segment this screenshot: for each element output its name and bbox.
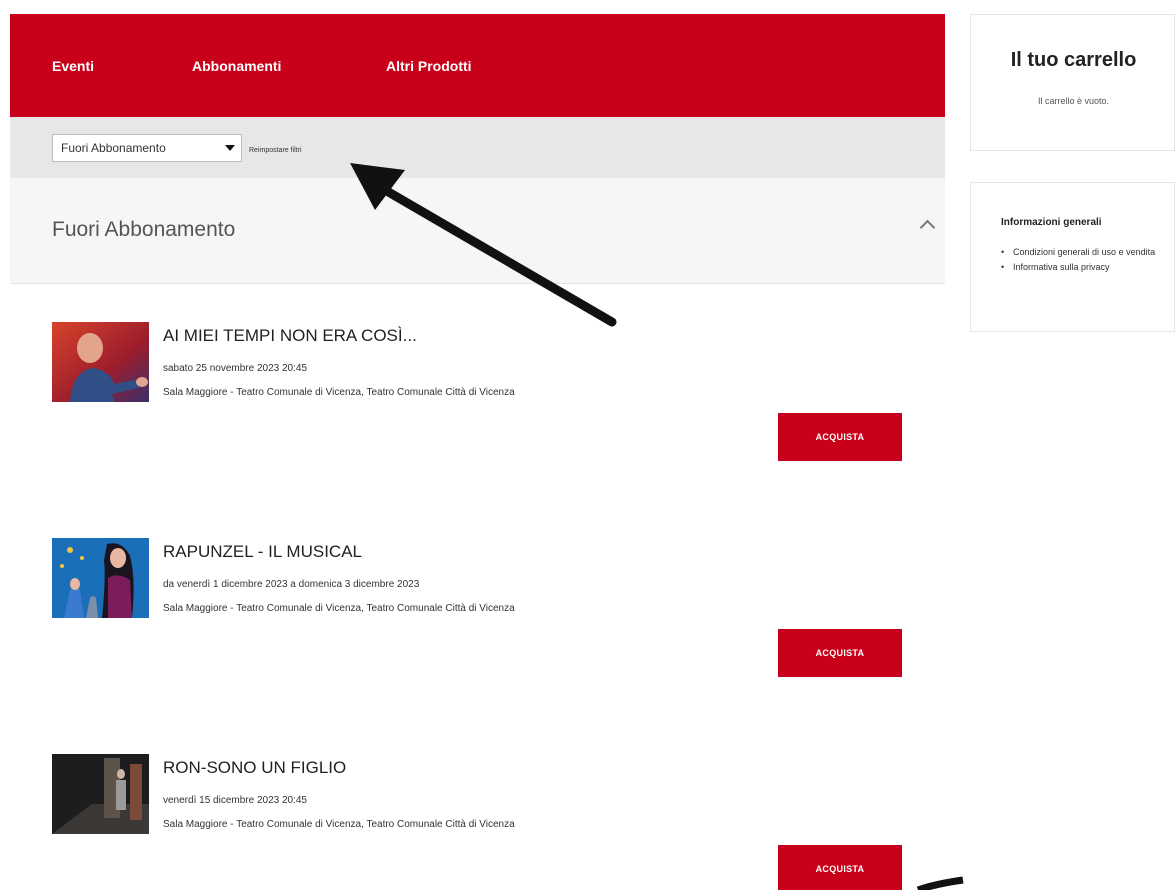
filter-bar: Fuori Abbonamento Reimpostare filtri — [10, 117, 945, 178]
event-date: venerdì 15 dicembre 2023 20:45 — [163, 795, 307, 806]
event-image[interactable] — [52, 538, 149, 618]
terms-link[interactable]: Condizioni generali di uso e vendita — [999, 246, 1169, 259]
event-item: AI MIEI TEMPI NON ERA COSÌ... sabato 25 … — [10, 284, 945, 501]
section-header[interactable]: Fuori Abbonamento — [10, 178, 945, 284]
event-date: sabato 25 novembre 2023 20:45 — [163, 363, 307, 374]
event-item: RAPUNZEL - IL MUSICAL da venerdì 1 dicem… — [10, 500, 945, 717]
info-widget: Informazioni generali Condizioni general… — [970, 182, 1175, 332]
info-links: Condizioni generali di uso e vendita Inf… — [999, 246, 1169, 276]
event-title[interactable]: RON-SONO UN FIGLIO — [163, 758, 346, 778]
main-content: Eventi Abbonamenti Altri Prodotti Fuori … — [10, 14, 945, 890]
event-image-comedian — [52, 322, 149, 402]
tab-bar: Eventi Abbonamenti Altri Prodotti — [10, 14, 945, 117]
caret-down-icon — [225, 145, 235, 151]
event-venue: Sala Maggiore - Teatro Comunale di Vicen… — [163, 819, 515, 830]
event-item: RON-SONO UN FIGLIO venerdì 15 dicembre 2… — [10, 716, 945, 890]
event-date: da venerdì 1 dicembre 2023 a domenica 3 … — [163, 579, 420, 590]
cart-widget: Il tuo carrello Il carrello è vuoto. — [970, 14, 1175, 151]
tab-altri-prodotti[interactable]: Altri Prodotti — [386, 58, 472, 74]
buy-button[interactable]: ACQUISTA — [778, 845, 902, 890]
event-image[interactable] — [52, 322, 149, 402]
event-image-rapunzel — [52, 538, 149, 618]
privacy-link[interactable]: Informativa sulla privacy — [999, 261, 1169, 274]
event-image-ron — [52, 754, 149, 834]
category-select-value: Fuori Abbonamento — [61, 141, 166, 155]
buy-button[interactable]: ACQUISTA — [778, 629, 902, 677]
cart-empty-text: Il carrello è vuoto. — [1037, 96, 1110, 106]
category-select[interactable]: Fuori Abbonamento — [52, 134, 242, 162]
section-title: Fuori Abbonamento — [52, 218, 236, 241]
event-title[interactable]: RAPUNZEL - IL MUSICAL — [163, 542, 362, 562]
event-title[interactable]: AI MIEI TEMPI NON ERA COSÌ... — [163, 326, 417, 346]
reset-filters-link[interactable]: Reimpostare filtri — [249, 147, 302, 154]
chevron-up-icon[interactable] — [919, 219, 936, 236]
event-image[interactable] — [52, 754, 149, 834]
tab-abbonamenti[interactable]: Abbonamenti — [192, 58, 281, 74]
tab-eventi[interactable]: Eventi — [52, 58, 94, 74]
buy-button[interactable]: ACQUISTA — [778, 413, 902, 461]
event-venue: Sala Maggiore - Teatro Comunale di Vicen… — [163, 603, 515, 614]
event-venue: Sala Maggiore - Teatro Comunale di Vicen… — [163, 387, 515, 398]
info-title: Informazioni generali — [1001, 217, 1102, 228]
cart-title: Il tuo carrello — [1010, 49, 1137, 71]
